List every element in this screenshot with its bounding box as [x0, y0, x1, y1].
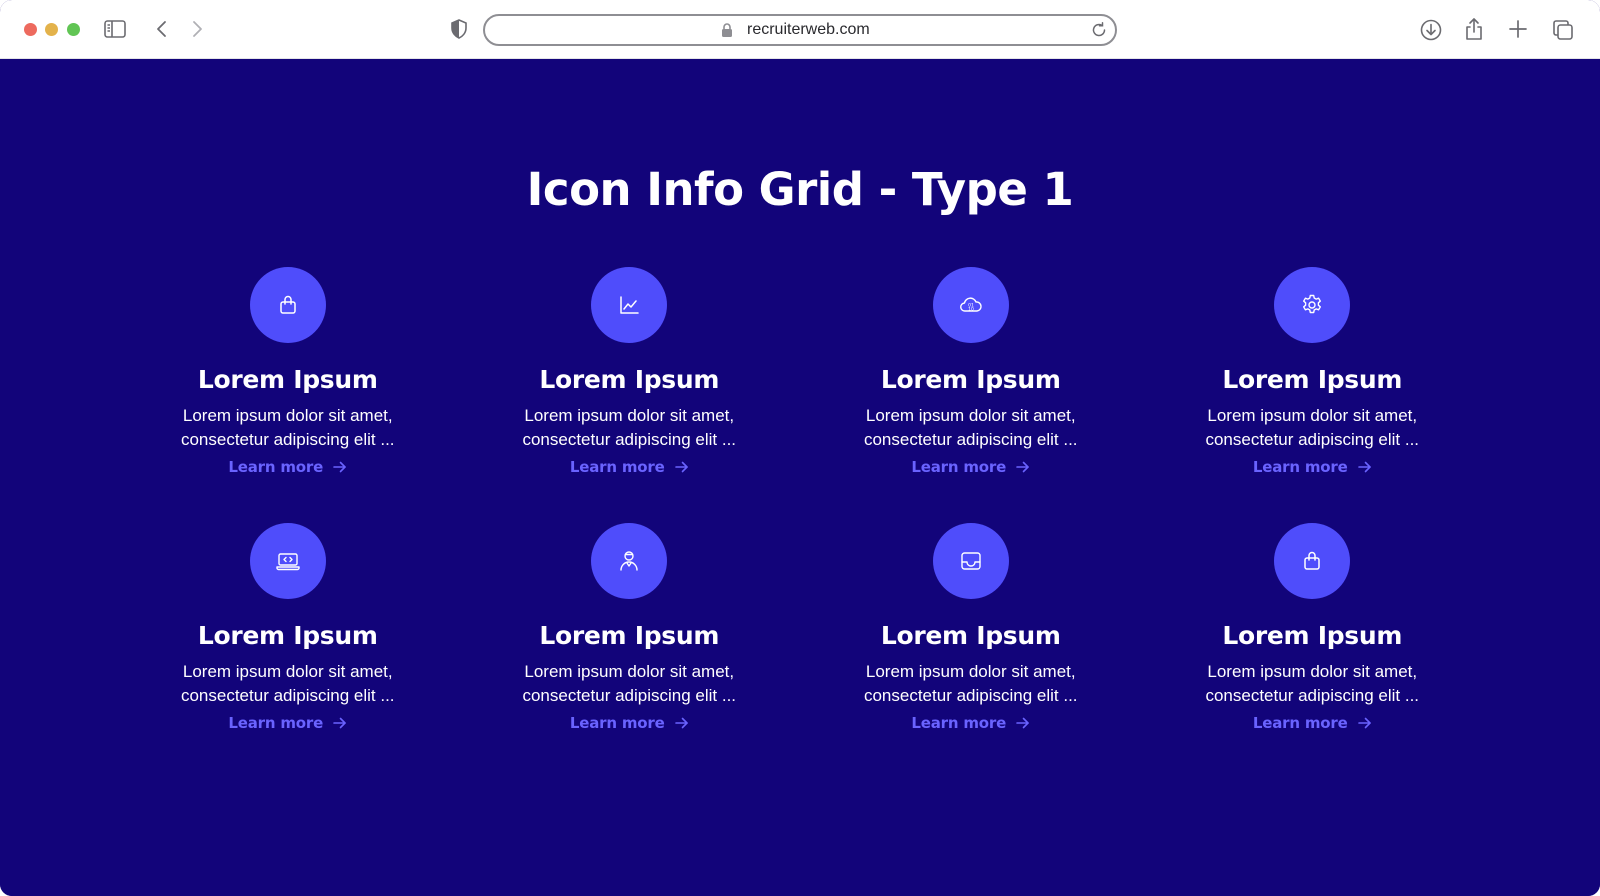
share-icon[interactable] [1464, 17, 1484, 41]
card-description: Lorem ipsum dolor sit amet, consectetur … [148, 660, 428, 708]
card-description-line: Lorem ipsum dolor sit amet, [524, 406, 735, 425]
card-description-line: Lorem ipsum dolor sit amet, [865, 406, 1076, 425]
arrow-right-icon [674, 717, 688, 729]
card-description: Lorem ipsum dolor sit amet, consectetur … [489, 404, 769, 452]
card-description-line: consectetur adipiscing elit ... [1205, 686, 1420, 705]
info-card: Lorem Ipsum Lorem ipsum dolor sit amet, … [459, 523, 801, 741]
close-window-button[interactable] [24, 23, 37, 36]
info-card: Lorem Ipsum Lorem ipsum dolor sit amet, … [800, 523, 1142, 741]
tabs-overview-icon[interactable] [1552, 19, 1574, 41]
shopping-bag-icon [1274, 523, 1351, 599]
card-title: Lorem Ipsum [880, 621, 1061, 650]
address-bar[interactable]: recruiterweb.com [483, 14, 1117, 46]
info-card: Lorem Ipsum Lorem ipsum dolor sit amet, … [1142, 523, 1484, 741]
back-icon[interactable] [156, 19, 168, 39]
card-description-line: Lorem ipsum dolor sit amet, [524, 662, 735, 681]
download-icon[interactable] [1420, 19, 1442, 41]
minimize-window-button[interactable] [45, 23, 58, 36]
card-description: Lorem ipsum dolor sit amet, consectetur … [1172, 660, 1452, 708]
card-description-line: consectetur adipiscing elit ... [863, 430, 1078, 449]
arrow-right-icon [1016, 717, 1029, 729]
arrow-right-icon [1016, 461, 1029, 473]
forward-icon[interactable] [191, 19, 203, 39]
new-tab-icon[interactable] [1508, 19, 1528, 39]
arrow-right-icon [1357, 717, 1371, 729]
learn-more-label: Learn more [911, 458, 1007, 476]
arrow-right-icon [333, 717, 346, 729]
lock-icon [721, 23, 733, 42]
browser-toolbar: recruiterweb.com [0, 0, 1600, 59]
sidebar-icon[interactable] [104, 19, 126, 39]
card-title: Lorem Ipsum [539, 365, 720, 394]
arrow-right-icon [333, 461, 346, 473]
card-description: Lorem ipsum dolor sit amet, consectetur … [831, 404, 1111, 452]
learn-more-label: Learn more [569, 458, 665, 476]
learn-more-link[interactable]: Learn more [570, 458, 689, 476]
user-badge-icon [591, 523, 668, 599]
card-description-line: consectetur adipiscing elit ... [522, 430, 737, 449]
card-title: Lorem Ipsum [1222, 621, 1403, 650]
gear-icon [1274, 267, 1351, 343]
learn-more-link[interactable]: Learn more [228, 714, 347, 732]
card-description: Lorem ipsum dolor sit amet, consectetur … [831, 660, 1111, 708]
card-description-line: consectetur adipiscing elit ... [863, 686, 1078, 705]
learn-more-label: Learn more [228, 458, 324, 476]
info-card: 01 10 Lorem Ipsum Lorem ipsum dolor sit … [800, 267, 1142, 485]
card-description-line: Lorem ipsum dolor sit amet, [1207, 406, 1418, 425]
card-description-line: Lorem ipsum dolor sit amet, [182, 406, 393, 425]
laptop-code-icon [249, 523, 326, 599]
learn-more-link[interactable]: Learn more [1253, 714, 1372, 732]
info-card: Lorem Ipsum Lorem ipsum dolor sit amet, … [117, 523, 459, 741]
card-description-line: consectetur adipiscing elit ... [180, 686, 395, 705]
arrow-right-icon [674, 461, 688, 473]
svg-text:10: 10 [968, 307, 974, 313]
shield-icon[interactable] [450, 19, 468, 39]
card-title: Lorem Ipsum [197, 621, 378, 650]
icon-info-grid: Lorem Ipsum Lorem ipsum dolor sit amet, … [117, 267, 1483, 741]
card-description-line: consectetur adipiscing elit ... [1205, 430, 1420, 449]
inbox-tray-icon [932, 523, 1009, 599]
card-title: Lorem Ipsum [1222, 365, 1403, 394]
page-content: Icon Info Grid - Type 1 Lorem Ipsum Lore… [0, 60, 1600, 896]
browser-window: recruiterweb.com Icon Info Grid - Type 1… [0, 0, 1600, 896]
learn-more-link[interactable]: Learn more [570, 714, 689, 732]
learn-more-label: Learn more [569, 714, 665, 732]
url-text: recruiterweb.com [747, 21, 870, 38]
info-card: Lorem Ipsum Lorem ipsum dolor sit amet, … [117, 267, 459, 485]
line-chart-icon [591, 267, 668, 343]
card-description-line: consectetur adipiscing elit ... [522, 686, 737, 705]
maximize-window-button[interactable] [67, 23, 80, 36]
learn-more-link[interactable]: Learn more [911, 458, 1030, 476]
learn-more-label: Learn more [1252, 458, 1348, 476]
info-card: Lorem Ipsum Lorem ipsum dolor sit amet, … [459, 267, 801, 485]
learn-more-label: Learn more [228, 714, 324, 732]
card-title: Lorem Ipsum [880, 365, 1061, 394]
cloud-data-icon: 01 10 [932, 267, 1009, 343]
page-title: Icon Info Grid - Type 1 [526, 163, 1074, 216]
card-description-line: Lorem ipsum dolor sit amet, [1207, 662, 1418, 681]
reload-icon[interactable] [1091, 22, 1107, 43]
card-description: Lorem ipsum dolor sit amet, consectetur … [148, 404, 428, 452]
learn-more-link[interactable]: Learn more [1253, 458, 1372, 476]
learn-more-link[interactable]: Learn more [228, 458, 347, 476]
learn-more-label: Learn more [1252, 714, 1348, 732]
card-description: Lorem ipsum dolor sit amet, consectetur … [489, 660, 769, 708]
shopping-bag-icon [249, 267, 326, 343]
card-title: Lorem Ipsum [539, 621, 720, 650]
learn-more-label: Learn more [911, 714, 1007, 732]
arrow-right-icon [1357, 461, 1371, 473]
card-description-line: consectetur adipiscing elit ... [180, 430, 395, 449]
card-title: Lorem Ipsum [197, 365, 378, 394]
info-card: Lorem Ipsum Lorem ipsum dolor sit amet, … [1142, 267, 1484, 485]
card-description-line: Lorem ipsum dolor sit amet, [182, 662, 393, 681]
card-description-line: Lorem ipsum dolor sit amet, [865, 662, 1076, 681]
card-description: Lorem ipsum dolor sit amet, consectetur … [1172, 404, 1452, 452]
learn-more-link[interactable]: Learn more [911, 714, 1030, 732]
